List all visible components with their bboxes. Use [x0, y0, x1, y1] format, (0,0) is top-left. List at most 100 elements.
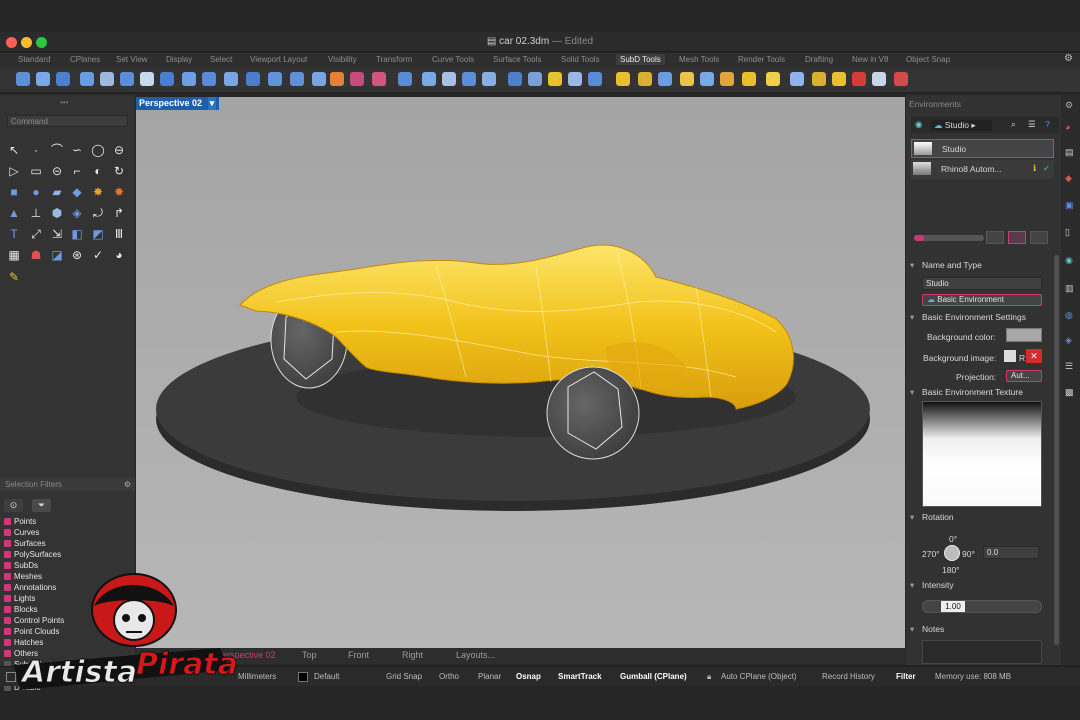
checkbox[interactable] — [4, 529, 11, 536]
gear-icon[interactable]: ⚙ — [1065, 100, 1073, 111]
subd-tool-icon[interactable] — [812, 72, 826, 86]
subd-tool-icon[interactable] — [290, 72, 304, 86]
display-icon[interactable]: ▣ — [1065, 200, 1074, 211]
subd-tool-icon[interactable] — [140, 72, 154, 86]
tab-select[interactable]: Select — [210, 55, 232, 64]
subd-tool-icon[interactable] — [616, 72, 630, 86]
filter-surfaces[interactable]: Surfaces — [4, 539, 46, 549]
tab-set-view[interactable]: Set View — [116, 55, 147, 64]
checkbox[interactable] — [4, 518, 11, 525]
subd-tool-icon[interactable] — [508, 72, 522, 86]
gumball-toggle[interactable]: Gumball (CPlane) — [620, 672, 687, 681]
grid-view-icon[interactable] — [986, 231, 1004, 244]
subd-tool-icon[interactable] — [700, 72, 714, 86]
checkbox[interactable] — [4, 551, 11, 558]
tab-curve-tools[interactable]: Curve Tools — [432, 55, 474, 64]
planar-toggle[interactable]: Planar — [478, 672, 501, 681]
join-icon[interactable]: ⬢ — [50, 206, 64, 220]
chevron-down-icon[interactable]: ▾ — [910, 580, 914, 591]
environment-icon[interactable]: ◉ — [915, 119, 922, 130]
tab-front[interactable]: Front — [348, 650, 369, 660]
tab-solid-tools[interactable]: Solid Tools — [561, 55, 600, 64]
light-icon[interactable]: ☗ — [29, 248, 43, 262]
subd-tool-icon[interactable] — [16, 72, 30, 86]
subd-tool-icon[interactable] — [330, 72, 344, 86]
env-list-item-rhino8[interactable]: Rhino8 Autom... ℹ ✓ — [911, 160, 1054, 179]
environment-icon[interactable]: ◉ — [1065, 255, 1073, 266]
circle-icon[interactable]: ◯ — [91, 143, 105, 157]
tab-new-in-v8[interactable]: New in V8 — [852, 55, 888, 64]
tab-right[interactable]: Right — [402, 650, 423, 660]
size-slider[interactable] — [914, 235, 984, 241]
tab-standard[interactable]: Standard — [18, 55, 50, 64]
hatch-icon[interactable]: Ⅲ — [112, 227, 126, 241]
filter-toggle[interactable]: Filter — [896, 672, 916, 681]
render-icon[interactable]: ◍ — [1065, 310, 1073, 321]
list-view-icon[interactable] — [1008, 231, 1026, 244]
search-icon[interactable]: ⌕ — [1011, 119, 1016, 130]
subd-tool-icon[interactable] — [372, 72, 386, 86]
subd-tool-icon[interactable] — [120, 72, 134, 86]
filter-points[interactable]: Points — [4, 517, 36, 527]
split-icon[interactable]: ◈ — [70, 206, 84, 220]
subd-tool-icon[interactable] — [658, 72, 672, 86]
subd-tool-icon[interactable] — [246, 72, 260, 86]
subd-tool-icon[interactable] — [894, 72, 908, 86]
grid-icon[interactable]: ▦ — [7, 248, 21, 262]
tab-layouts[interactable]: Layouts... — [456, 650, 495, 660]
subd-tool-icon[interactable] — [742, 72, 756, 86]
subd-tool-icon[interactable] — [36, 72, 50, 86]
render-icon[interactable]: ◕ — [112, 248, 126, 262]
subd-tool-icon[interactable] — [160, 72, 174, 86]
ortho-toggle[interactable]: Ortho — [439, 672, 459, 681]
dimension-icon[interactable]: ⤢ — [29, 227, 43, 241]
subd-tool-icon[interactable] — [720, 72, 734, 86]
subd-tool-icon[interactable] — [182, 72, 196, 86]
subd-tool-icon[interactable] — [442, 72, 456, 86]
tab-top[interactable]: Top — [302, 650, 317, 660]
tab-transform[interactable]: Transform — [376, 55, 412, 64]
curve-icon[interactable]: ∽ — [70, 143, 84, 157]
subd-tool-icon[interactable] — [398, 72, 412, 86]
checkbox[interactable] — [4, 562, 11, 569]
materials-icon[interactable]: ◆ — [1065, 173, 1072, 184]
tab-render-tools[interactable]: Render Tools — [738, 55, 785, 64]
tab-subd-tools[interactable]: SubD Tools — [616, 54, 665, 65]
tab-object-snap[interactable]: Object Snap — [906, 55, 950, 64]
drag-handle-icon[interactable]: ••• — [60, 98, 68, 107]
menu-icon[interactable]: ☰ — [1028, 119, 1036, 130]
leader-icon[interactable]: ⇲ — [50, 227, 64, 241]
subd-tool-icon[interactable] — [568, 72, 582, 86]
ellipse-icon[interactable]: ⊖ — [112, 143, 126, 157]
sphere-icon[interactable]: ● — [29, 185, 43, 199]
filter-curves[interactable]: Curves — [4, 528, 39, 538]
eye-filter-icon[interactable]: ⊙ — [4, 499, 23, 512]
intensity-slider[interactable]: 1.00 — [922, 600, 1042, 613]
block-icon[interactable]: ◧ — [70, 227, 84, 241]
point-icon[interactable]: · — [29, 143, 43, 157]
panel-scrollbar[interactable] — [1054, 255, 1059, 645]
help-icon[interactable]: ? — [1045, 119, 1050, 129]
subd-tool-icon[interactable] — [548, 72, 562, 86]
layer-color-swatch[interactable] — [298, 672, 308, 682]
notes-field[interactable] — [922, 640, 1042, 664]
record-history-toggle[interactable]: Record History — [822, 672, 875, 681]
subd-tool-icon[interactable] — [852, 72, 866, 86]
current-env-dropdown[interactable]: ☁ Studio ▸ — [931, 120, 992, 131]
filter-funnel-icon[interactable]: ⏷ — [32, 499, 51, 512]
subd-box-icon[interactable] — [56, 72, 70, 86]
explode-icon[interactable]: ✸ — [91, 185, 105, 199]
subd-tool-icon[interactable] — [638, 72, 652, 86]
tab-viewport-layout[interactable]: Viewport Layout — [250, 55, 307, 64]
analyze-icon[interactable]: ⊛ — [70, 248, 84, 262]
subd-tool-icon[interactable] — [100, 72, 114, 86]
subd-tool-icon[interactable] — [422, 72, 436, 86]
checkbox[interactable] — [4, 540, 11, 547]
subd-tool-icon[interactable] — [680, 72, 694, 86]
subd-tool-icon[interactable] — [872, 72, 886, 86]
text-icon[interactable]: T — [7, 227, 21, 241]
detail-view-icon[interactable] — [1030, 231, 1048, 244]
env-name-field[interactable]: Studio — [922, 277, 1042, 290]
gear-icon[interactable]: ⚙ — [1064, 53, 1073, 64]
chevron-down-icon[interactable]: ▾ — [910, 312, 914, 323]
